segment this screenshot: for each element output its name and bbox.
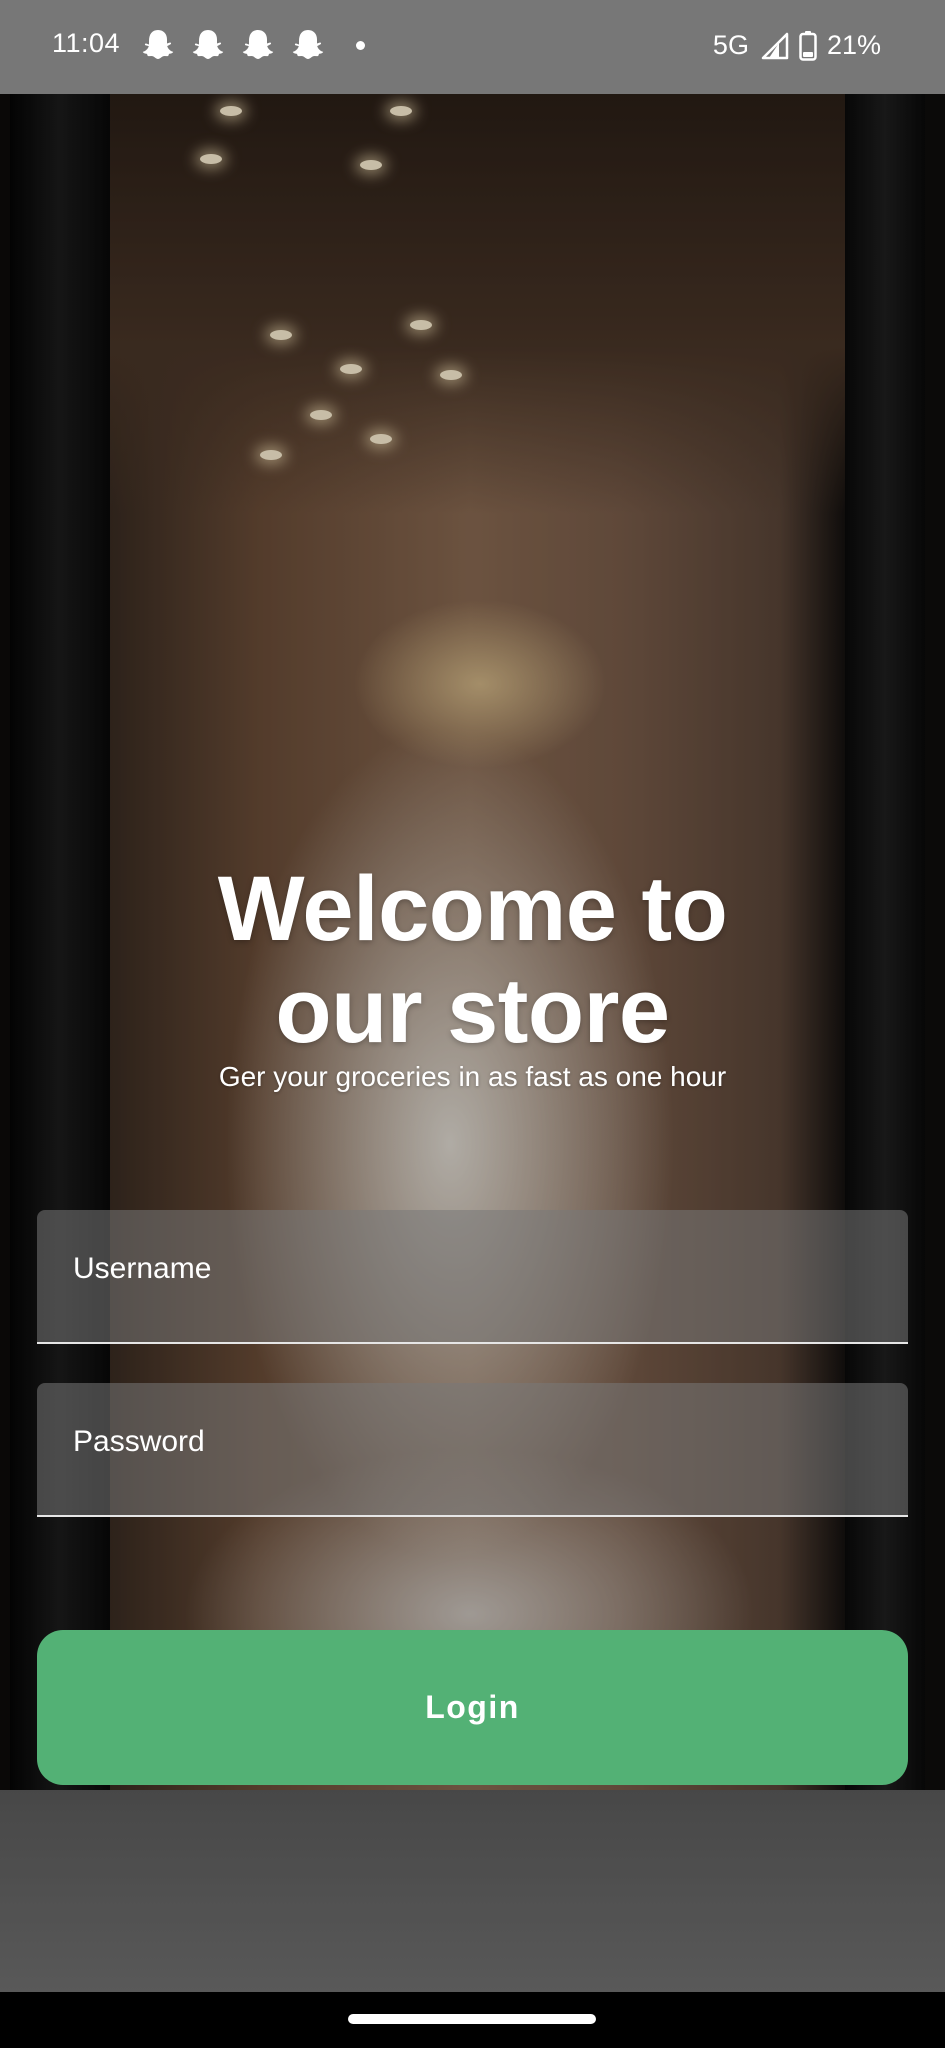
welcome-title-line-2: our store (275, 960, 670, 1062)
battery-icon (799, 30, 817, 61)
snapchat-icon (142, 28, 174, 62)
system-navigation-bar (0, 1992, 945, 2048)
welcome-title: Welcome to our store (0, 858, 945, 1062)
login-button[interactable]: Login (37, 1630, 908, 1785)
status-time: 11:04 (52, 28, 121, 58)
notification-icons (142, 28, 365, 62)
battery-percent: 21% (826, 30, 881, 60)
more-notifications-dot-icon (356, 40, 365, 50)
password-label: Password (73, 1425, 205, 1458)
login-screen: 11:04 5G 21% Welcome to our store Ger yo… (0, 0, 945, 2048)
login-button-label: Login (425, 1689, 520, 1725)
snapchat-icon (192, 28, 224, 62)
password-field[interactable]: Password (37, 1383, 908, 1517)
snapchat-icon (292, 28, 324, 62)
network-type: 5G (712, 30, 749, 60)
home-indicator[interactable] (348, 2014, 596, 2024)
username-label: Username (73, 1252, 212, 1285)
snapchat-icon (242, 28, 274, 62)
status-bar: 11:04 5G 21% (0, 0, 945, 94)
welcome-subtitle: Ger your groceries in as fast as one hou… (218, 1061, 727, 1092)
welcome-title-line-1: Welcome to (217, 858, 728, 960)
status-indicators: 5G 21% (713, 30, 881, 61)
username-field[interactable]: Username (37, 1210, 908, 1344)
signal-icon (759, 32, 789, 60)
